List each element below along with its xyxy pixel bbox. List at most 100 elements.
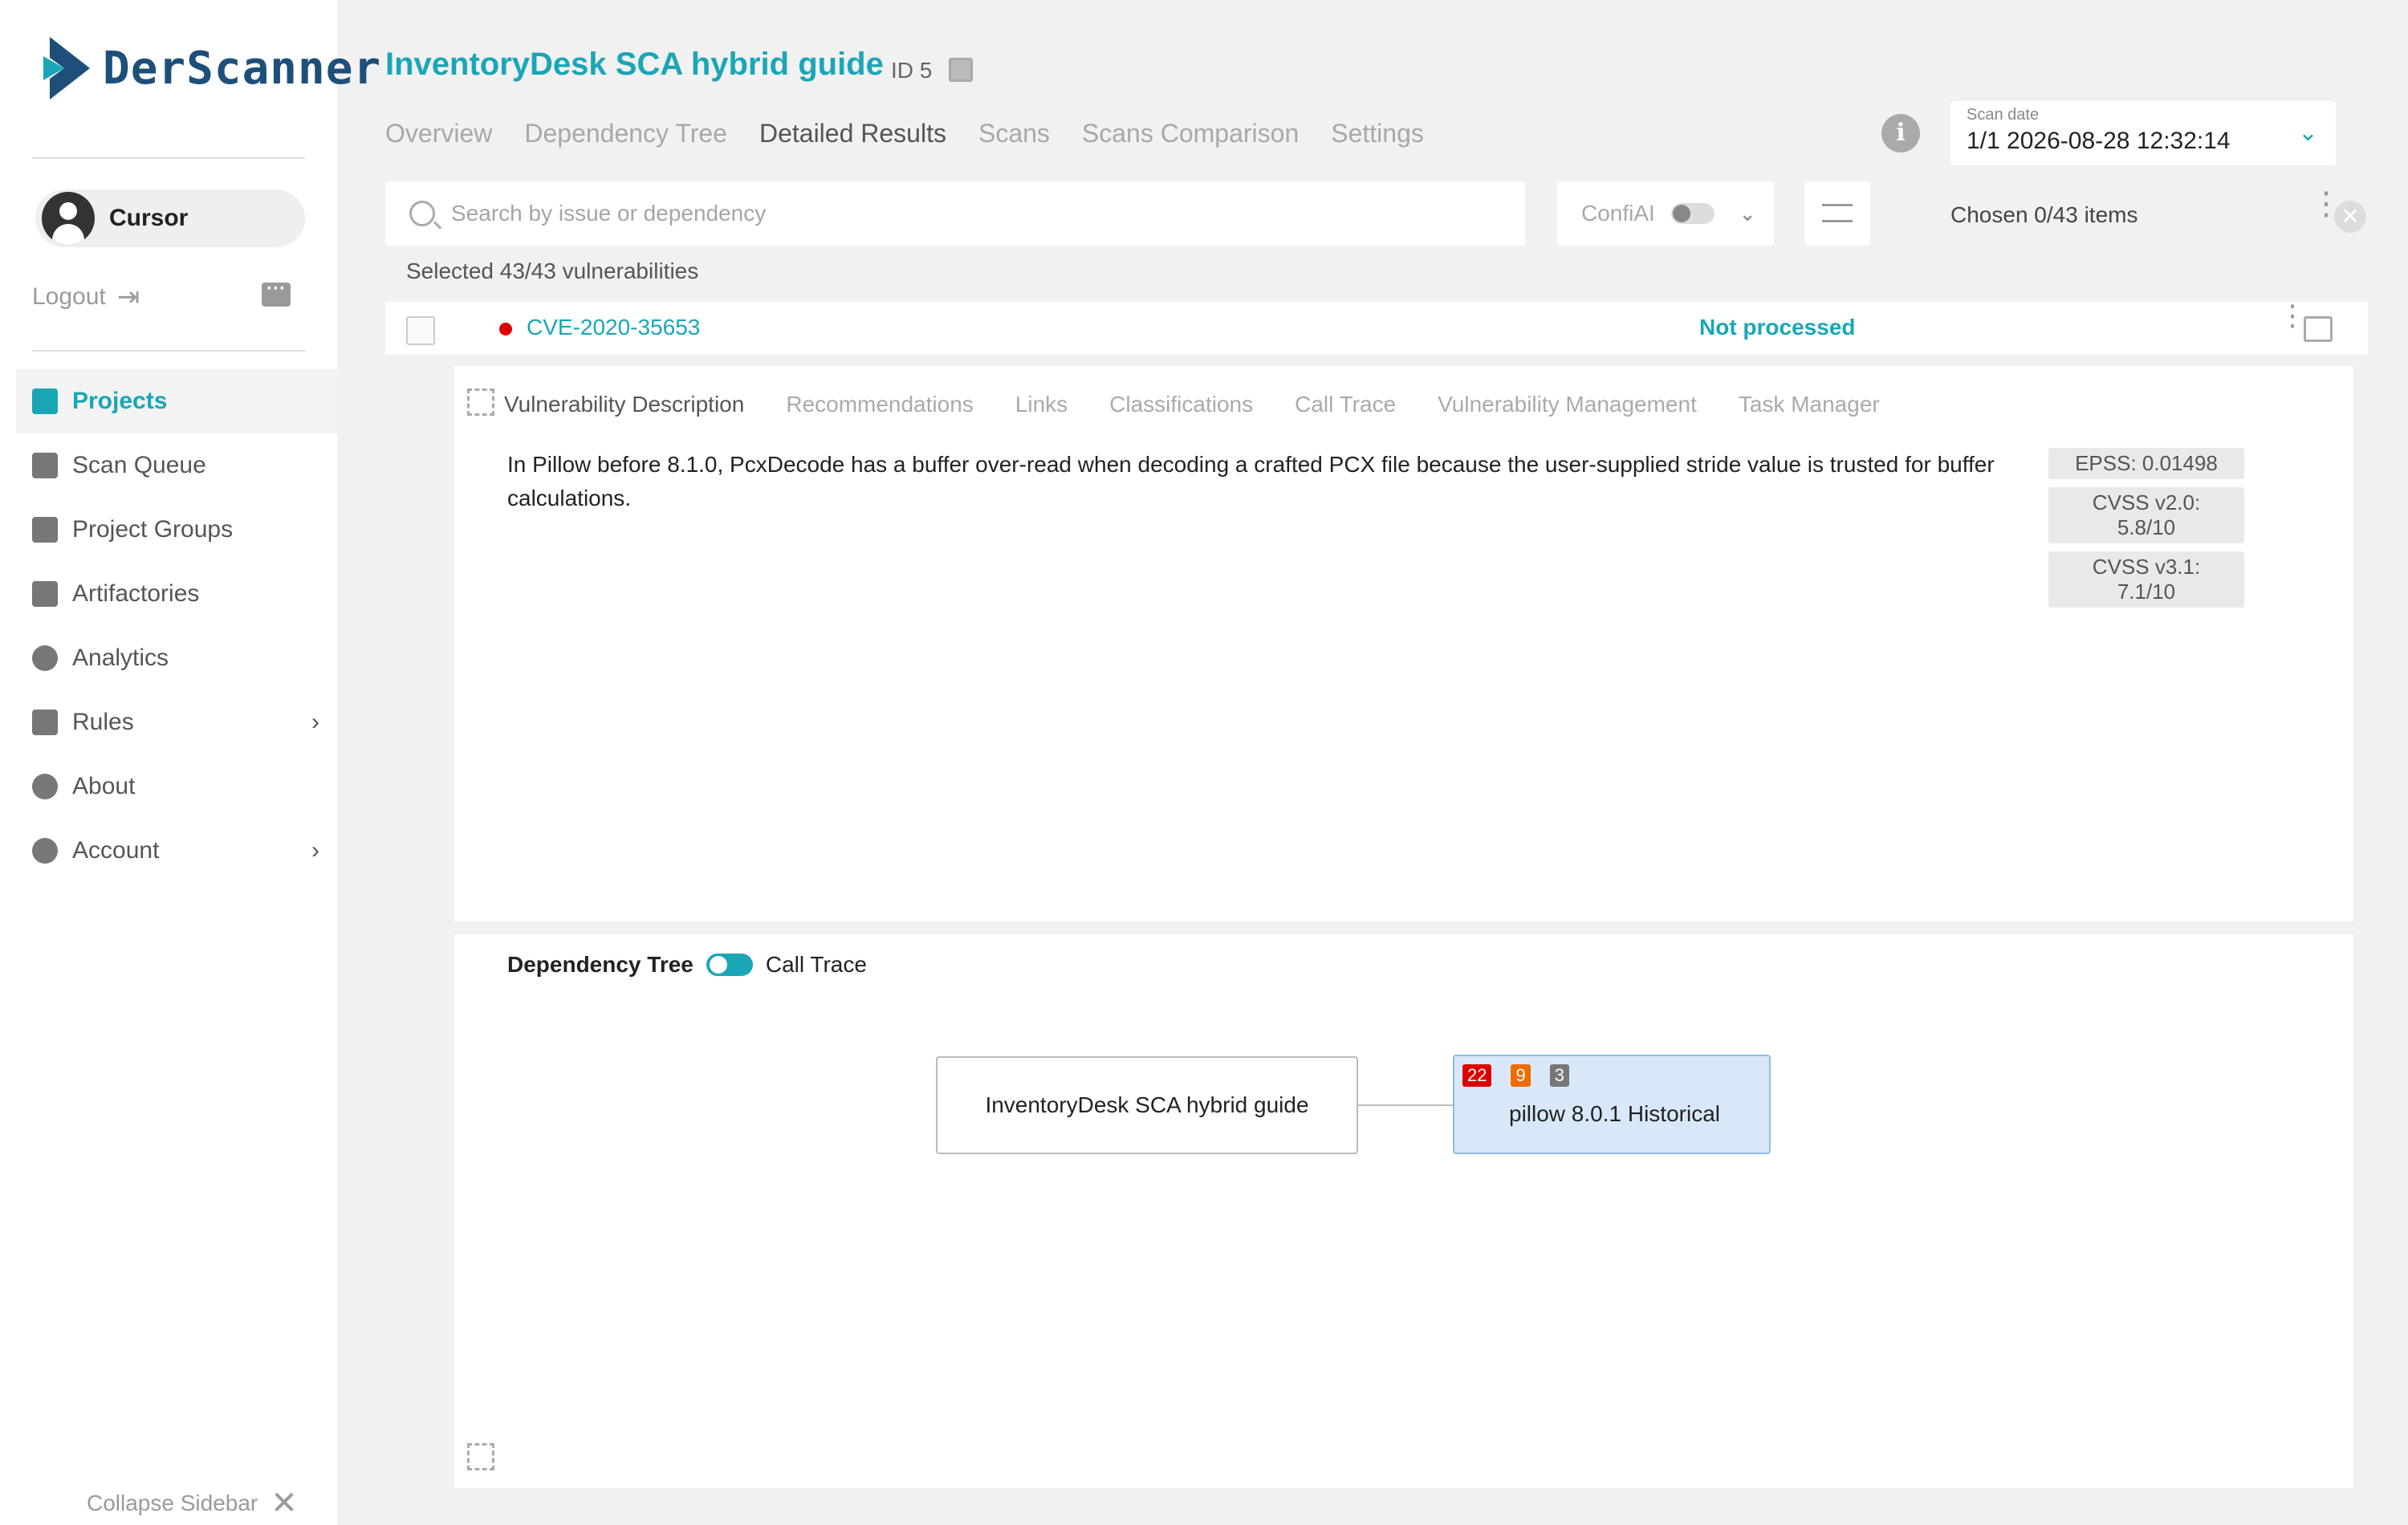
sidebar: DerScanner Cursor Logout ⇥ Projects Scan…: [0, 0, 380, 1525]
medium-count-badge: 3: [1549, 1064, 1569, 1087]
chevron-down-icon: ⌄: [1739, 201, 1756, 226]
derscanner-logo-icon: [43, 37, 90, 100]
logo[interactable]: DerScanner: [43, 32, 381, 104]
tree-node-root[interactable]: InventoryDesk SCA hybrid guide: [936, 1056, 1358, 1154]
row-checkbox[interactable]: [406, 316, 435, 345]
vulnerability-detail-panel: Vulnerability Description Recommendation…: [454, 366, 2353, 921]
scan-date-select[interactable]: Scan date 1/1 2026-08-28 12:32:14 ⌄: [1950, 101, 2336, 165]
sidebar-item-project-groups[interactable]: Project Groups: [16, 498, 337, 562]
sidebar-item-projects[interactable]: Projects: [16, 369, 337, 433]
high-count-badge: 9: [1511, 1064, 1531, 1087]
sidebar-item-label: Rules: [72, 709, 134, 735]
open-external-icon[interactable]: [2304, 316, 2333, 342]
logout-label: Logout: [32, 283, 106, 310]
tree-node-label: pillow 8.0.1 Historical: [1509, 1101, 1720, 1126]
epss-score: EPSS: 0.01498: [2048, 448, 2244, 479]
tree-title: Dependency Tree: [507, 952, 694, 977]
confiai-toggle[interactable]: [1670, 203, 1714, 224]
search-icon: [409, 201, 435, 226]
chat-icon[interactable]: [262, 278, 291, 307]
tab-settings[interactable]: Settings: [1331, 119, 1424, 148]
chevron-right-icon: ›: [311, 709, 319, 735]
tab-vulnerability-description[interactable]: Vulnerability Description: [504, 392, 744, 417]
filter-settings-button[interactable]: [1804, 181, 1870, 246]
chevron-down-icon: ⌄: [2297, 120, 2318, 146]
logo-text: DerScanner: [103, 42, 382, 95]
status-badge[interactable]: Not processed: [1699, 315, 1856, 340]
more-vertical-icon[interactable]: ⋮: [2278, 301, 2307, 330]
divider: [32, 157, 305, 159]
cube-icon: [32, 581, 58, 607]
sidebar-item-scan-queue[interactable]: Scan Queue: [16, 433, 337, 498]
user-circle-icon: [32, 838, 58, 864]
avatar: [42, 192, 95, 245]
chosen-items-count: Chosen 0/43 items: [1950, 202, 2138, 227]
tab-task-manager[interactable]: Task Manager: [1739, 392, 1880, 417]
scan-date-value: 1/1 2026-08-28 12:32:14: [1967, 128, 2231, 154]
cve-link[interactable]: CVE-2020-35653: [527, 315, 700, 340]
sidebar-item-label: Artifactories: [72, 580, 200, 607]
tree-node-dependency[interactable]: 22 9 3 pillow 8.0.1 Historical: [1453, 1055, 1771, 1154]
cvss-v3-score: CVSS v3.1: 7.1/10: [2048, 551, 2244, 608]
tree-node-label: InventoryDesk SCA hybrid guide: [985, 1092, 1309, 1117]
detail-tabs: Vulnerability Description Recommendation…: [504, 392, 1922, 417]
scan-queue-icon: [32, 453, 58, 478]
expand-icon[interactable]: [467, 1443, 494, 1470]
chevron-right-icon: ›: [311, 837, 319, 864]
call-trace-label: Call Trace: [765, 952, 867, 977]
call-trace-toggle[interactable]: [706, 954, 753, 976]
tab-overview[interactable]: Overview: [385, 119, 492, 148]
tab-vulnerability-management[interactable]: Vulnerability Management: [1438, 392, 1697, 417]
scan-date-label: Scan date: [1967, 106, 2040, 124]
tab-scans-comparison[interactable]: Scans Comparison: [1082, 119, 1299, 148]
sidebar-item-analytics[interactable]: Analytics: [16, 626, 337, 690]
user-name: Cursor: [109, 205, 189, 231]
clear-selection-icon[interactable]: ✕: [2334, 201, 2366, 233]
sidebar-item-rules[interactable]: Rules ›: [16, 690, 337, 754]
copy-icon[interactable]: [949, 58, 973, 82]
sidebar-item-label: Scan Queue: [72, 452, 206, 478]
severity-dot: [499, 323, 512, 336]
pie-chart-icon: [32, 645, 58, 671]
tab-dependency-tree[interactable]: Dependency Tree: [524, 119, 727, 148]
dependency-tree-panel: Dependency Tree Call Trace InventoryDesk…: [454, 934, 2353, 1488]
sidebar-item-artifactories[interactable]: Artifactories: [16, 562, 337, 626]
critical-count-badge: 22: [1462, 1064, 1492, 1087]
sidebar-item-label: Analytics: [72, 645, 169, 671]
project-tabs: Overview Dependency Tree Detailed Result…: [385, 119, 1456, 148]
folder-icon: [32, 517, 58, 543]
close-icon: ✕: [270, 1486, 298, 1521]
collapse-sidebar-label: Collapse Sidebar: [87, 1490, 258, 1515]
collapse-sidebar-button[interactable]: Collapse Sidebar ✕: [87, 1485, 298, 1522]
divider: [32, 350, 305, 352]
table-row[interactable]: CVE-2020-35653 Not processed ⋮: [385, 301, 2368, 355]
sidebar-item-account[interactable]: Account ›: [16, 819, 337, 883]
sidebar-item-about[interactable]: About: [16, 754, 337, 819]
tab-classifications[interactable]: Classifications: [1109, 392, 1253, 417]
sidebar-nav: Projects Scan Queue Project Groups Artif…: [16, 369, 337, 883]
tab-recommendations[interactable]: Recommendations: [786, 392, 973, 417]
project-id: ID 5: [891, 58, 933, 83]
logout-icon: ⇥: [116, 282, 140, 312]
info-icon[interactable]: i: [1881, 114, 1920, 152]
confiai-filter[interactable]: ConfiAI ⌄: [1557, 181, 1774, 246]
user-profile[interactable]: Cursor: [35, 189, 305, 247]
sidebar-item-label: Account: [72, 837, 160, 864]
clipboard-icon: [32, 710, 58, 735]
tab-detailed-results[interactable]: Detailed Results: [759, 119, 946, 148]
sidebar-item-label: About: [72, 773, 136, 799]
sidebar-item-label: Project Groups: [72, 516, 234, 543]
more-vertical-icon[interactable]: ⋮: [2310, 188, 2342, 220]
search-input[interactable]: [451, 201, 1495, 226]
tab-links[interactable]: Links: [1015, 392, 1068, 417]
info-icon: [32, 774, 58, 799]
tab-scans[interactable]: Scans: [978, 119, 1050, 148]
tab-call-trace[interactable]: Call Trace: [1295, 392, 1396, 417]
file-icon: [32, 388, 58, 414]
expand-icon[interactable]: [467, 388, 494, 416]
logout-button[interactable]: Logout ⇥: [32, 281, 140, 313]
vulnerability-description: In Pillow before 8.1.0, PcxDecode has a …: [507, 452, 1995, 510]
tree-header: Dependency Tree Call Trace: [507, 952, 867, 978]
cvss-v2-score: CVSS v2.0: 5.8/10: [2048, 487, 2244, 543]
confiai-label: ConfiAI: [1581, 201, 1655, 226]
